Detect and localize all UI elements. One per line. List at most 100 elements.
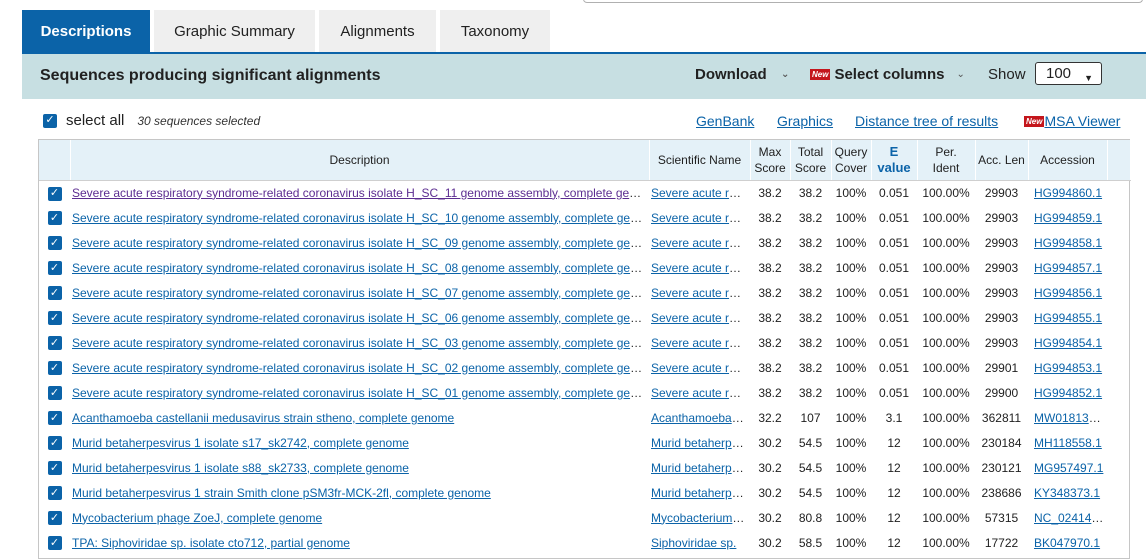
msa-viewer-label: MSA Viewer [1044,113,1121,129]
col-e-value[interactable]: Evalue [871,140,918,181]
description-link[interactable]: Severe acute respiratory syndrome-relate… [72,311,649,325]
description-link[interactable]: Severe acute respiratory syndrome-relate… [72,386,649,400]
row-checkbox[interactable]: ✓ [47,486,62,501]
col-accession[interactable]: Accession [1028,140,1108,181]
col-total-score[interactable]: Total Score [790,140,832,181]
description-cell: Acanthamoeba castellanii medusavirus str… [70,405,649,430]
row-checkbox[interactable]: ✓ [47,211,62,226]
col-query-cover[interactable]: Query Cover [831,140,872,181]
extra-cell [1107,405,1130,430]
scientific-name-link[interactable]: Murid betaherpesvirus 1 [651,461,750,475]
per-ident-cell: 100.00% [922,535,970,550]
col-per-ident[interactable]: Per. Ident [917,140,976,181]
scientific-name-link[interactable]: Mycobacterium phage ZoeJ [651,511,750,525]
description-link[interactable]: Severe acute respiratory syndrome-relate… [72,211,649,225]
msa-viewer-link[interactable]: New MSA Viewer [1024,113,1120,129]
accession-link[interactable]: HG994855.1 [1034,311,1102,325]
tab-alignments[interactable]: Alignments [319,10,436,53]
scientific-name-link[interactable]: Severe acute respiratory syndrome-relate… [651,361,750,375]
accession-link[interactable]: MG957497.1 [1034,461,1103,475]
accession-link[interactable]: KY348373.1 [1034,486,1100,500]
results-header-bar: Sequences producing significant alignmen… [22,54,1146,99]
e-value-cell: 12 [887,485,901,500]
scientific-name-link[interactable]: Severe acute respiratory syndrome-relate… [651,211,750,225]
max-score-cell: 38.2 [758,335,782,350]
row-checkbox[interactable]: ✓ [47,436,62,451]
description-link[interactable]: Murid betaherpesvirus 1 strain Smith clo… [72,486,491,500]
row-checkbox[interactable]: ✓ [47,336,62,351]
description-link[interactable]: TPA: Siphoviridae sp. isolate cto712, pa… [72,536,350,550]
row-checkbox[interactable]: ✓ [47,461,62,476]
tab-graphic-summary[interactable]: Graphic Summary [154,10,315,53]
scientific-name-link[interactable]: Siphoviridae sp. [651,536,736,550]
total-score-cell: 38.2 [798,360,823,375]
graphics-link[interactable]: Graphics [777,113,833,129]
accession-cell: MG957497.1 [1028,455,1107,480]
accession-link[interactable]: MW018138.1 [1034,411,1105,425]
total-score-cell: 38.2 [798,385,823,400]
row-checkbox[interactable]: ✓ [47,536,62,551]
download-menu[interactable]: Download ⌄ [695,66,789,83]
col-description[interactable]: Description [70,140,650,181]
accession-link[interactable]: NC_024147.1 [1034,511,1107,525]
row-checkbox[interactable]: ✓ [47,186,62,201]
accession-cell: HG994854.1 [1028,330,1107,355]
distance-tree-link[interactable]: Distance tree of results [855,113,998,129]
description-link[interactable]: Severe acute respiratory syndrome-relate… [72,361,649,375]
col-acc-len[interactable]: Acc. Len [975,140,1029,181]
accession-link[interactable]: HG994859.1 [1034,211,1102,225]
row-checkbox[interactable]: ✓ [47,361,62,376]
e-value-cell: 12 [887,460,901,475]
description-link[interactable]: Acanthamoeba castellanii medusavirus str… [72,411,454,425]
table-row: ✓ Severe acute respiratory syndrome-relat… [39,380,1130,405]
scientific-name-link[interactable]: Murid betaherpesvirus 1 [651,436,750,450]
description-link[interactable]: Murid betaherpesvirus 1 isolate s88_sk27… [72,461,409,475]
description-link[interactable]: Severe acute respiratory syndrome-relate… [72,186,649,200]
description-link[interactable]: Severe acute respiratory syndrome-relate… [72,261,649,275]
row-checkbox-cell: ✓ [39,205,70,230]
chevron-down-icon: ⌄ [781,69,790,80]
accession-link[interactable]: HG994857.1 [1034,261,1102,275]
genbank-link[interactable]: GenBank [696,113,754,129]
show-count-select[interactable]: 100 ▼ [1035,62,1102,85]
row-checkbox[interactable]: ✓ [47,511,62,526]
scientific-name-link[interactable]: Severe acute respiratory syndrome-relate… [651,336,750,350]
accession-link[interactable]: HG994856.1 [1034,286,1102,300]
scientific-name-link[interactable]: Severe acute respiratory syndrome-relate… [651,186,750,200]
scientific-name-link[interactable]: Severe acute respiratory syndrome-relate… [651,261,750,275]
description-link[interactable]: Mycobacterium phage ZoeJ, complete genom… [72,511,322,525]
select-all-checkbox[interactable]: ✓ [43,113,57,128]
table-row: ✓ Severe acute respiratory syndrome-relat… [39,355,1130,380]
scientific-name-link[interactable]: Severe acute respiratory syndrome-relate… [651,386,750,400]
accession-link[interactable]: HG994860.1 [1034,186,1102,200]
scientific-name-link[interactable]: Severe acute respiratory syndrome-relate… [651,311,750,325]
row-checkbox[interactable]: ✓ [47,236,62,251]
col-max-score[interactable]: Max Score [750,140,791,181]
accession-link[interactable]: HG994854.1 [1034,336,1102,350]
scientific-name-link[interactable]: Acanthamoeba castellanii medusavirus [651,411,750,425]
accession-link[interactable]: HG994852.1 [1034,386,1102,400]
description-link[interactable]: Severe acute respiratory syndrome-relate… [72,286,649,300]
select-columns-menu[interactable]: New Select columns ⌄ [810,66,965,83]
col-scientific-name[interactable]: Scientific Name [649,140,751,181]
row-checkbox[interactable]: ✓ [47,386,62,401]
row-checkbox[interactable]: ✓ [47,261,62,276]
tab-descriptions[interactable]: Descriptions [22,10,150,53]
description-link[interactable]: Severe acute respiratory syndrome-relate… [72,336,649,350]
scientific-name-link[interactable]: Severe acute respiratory syndrome-relate… [651,236,750,250]
accession-link[interactable]: HG994858.1 [1034,236,1102,250]
row-checkbox[interactable]: ✓ [47,411,62,426]
accession-link[interactable]: BK047970.1 [1034,536,1100,550]
scientific-name-cell: Severe acute respiratory syndrome-relate… [649,330,750,355]
query-cover-cell: 100% [835,285,867,300]
accession-cell: HG994852.1 [1028,380,1107,405]
row-checkbox[interactable]: ✓ [47,311,62,326]
scientific-name-link[interactable]: Murid betaherpesvirus 1 [651,486,750,500]
description-link[interactable]: Murid betaherpesvirus 1 isolate s17_sk27… [72,436,409,450]
accession-link[interactable]: HG994853.1 [1034,361,1102,375]
description-link[interactable]: Severe acute respiratory syndrome-relate… [72,236,649,250]
accession-link[interactable]: MH118558.1 [1034,436,1102,450]
tab-taxonomy[interactable]: Taxonomy [440,10,550,53]
row-checkbox[interactable]: ✓ [47,286,62,301]
scientific-name-link[interactable]: Severe acute respiratory syndrome-relate… [651,286,750,300]
